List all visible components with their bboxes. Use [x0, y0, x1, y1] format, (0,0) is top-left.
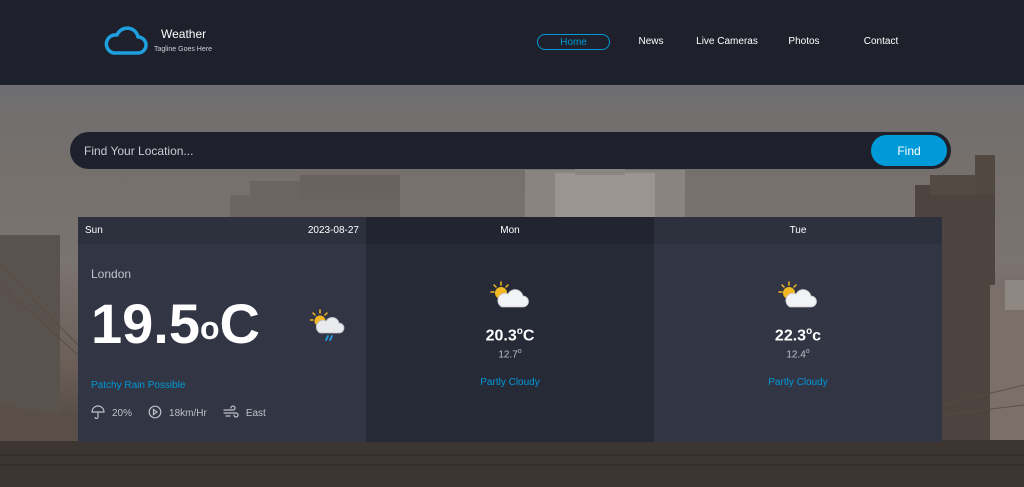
humidity-value: 20% [112, 408, 133, 419]
location-search-input[interactable] [84, 132, 864, 169]
nav-photos[interactable]: Photos [782, 34, 826, 50]
degree-symbol: o [805, 348, 810, 355]
forecast-condition: Partly Cloudy [480, 377, 540, 388]
forecast-low-value: 12.7 [498, 349, 518, 361]
wind-speed-stat: 18km/Hr [148, 405, 207, 422]
today-header: Sun 2023-08-27 [78, 217, 366, 244]
forecast-high-temp: 20.3oC [366, 326, 654, 345]
forecast-high-unit: c [812, 327, 822, 345]
site-title[interactable]: Weather [161, 27, 206, 41]
forecast-condition: Partly Cloudy [768, 377, 828, 388]
site-tagline: Tagline Goes Here [154, 46, 212, 53]
wind-icon [223, 405, 246, 422]
partly-cloudy-icon [778, 281, 818, 314]
current-temperature-value: 19.5 [91, 292, 200, 355]
nav-contact[interactable]: Contact [858, 34, 904, 50]
today-stats: 20% 18km/Hr East [91, 405, 282, 422]
wind-speed-value: 18km/Hr [169, 408, 207, 419]
wind-direction-value: East [245, 408, 266, 419]
forecast-day: Tue 22.3oc 12.4o Partly Cloudy [654, 217, 942, 442]
wind-direction-stat: East [223, 405, 266, 422]
today-date: 2023-08-27 [307, 225, 359, 236]
partly-cloudy-icon [490, 281, 530, 314]
nav-live-cameras[interactable]: Live Cameras [692, 34, 762, 50]
degree-symbol: o [200, 310, 220, 346]
degree-symbol: o [517, 348, 522, 355]
forecast-high-value: 20.3 [485, 327, 517, 345]
nav-news[interactable]: News [630, 34, 672, 50]
cloud-icon[interactable] [102, 26, 148, 61]
current-temperature: 19.5oC [91, 291, 260, 357]
today-day: Sun [85, 225, 103, 236]
forecast-panel: Sun 2023-08-27 London 19.5oC Patchy Rain… [78, 217, 942, 442]
forecast-high-value: 22.3 [774, 327, 807, 345]
forecast-low-temp: 12.4o [654, 348, 942, 360]
forecast-high-unit: C [522, 327, 535, 345]
site-header: Weather Tagline Goes Here Home News Live… [0, 0, 1024, 85]
nav-home[interactable]: Home [537, 34, 610, 50]
location-search-bar: Find [70, 132, 951, 169]
humidity-stat: 20% [91, 405, 132, 422]
umbrella-icon [91, 405, 112, 422]
sun-cloud-rain-icon [309, 309, 346, 346]
forecast-day-name: Mon [366, 217, 654, 244]
forecast-low-temp: 12.7o [366, 348, 654, 360]
forecast-high-temp: 22.3oc [654, 326, 942, 345]
forecast-day-name: Tue [654, 217, 942, 244]
temperature-unit: C [219, 292, 260, 355]
location-name: London [91, 267, 132, 281]
gauge-icon [148, 405, 169, 422]
today-condition: Patchy Rain Possible [91, 380, 186, 391]
forecast-day: Mon 20.3oC 12.7o Partly Cloudy [366, 217, 654, 442]
find-button[interactable]: Find [871, 135, 947, 166]
forecast-low-value: 12.4 [786, 349, 806, 361]
forecast-today: Sun 2023-08-27 London 19.5oC Patchy Rain… [78, 217, 366, 442]
